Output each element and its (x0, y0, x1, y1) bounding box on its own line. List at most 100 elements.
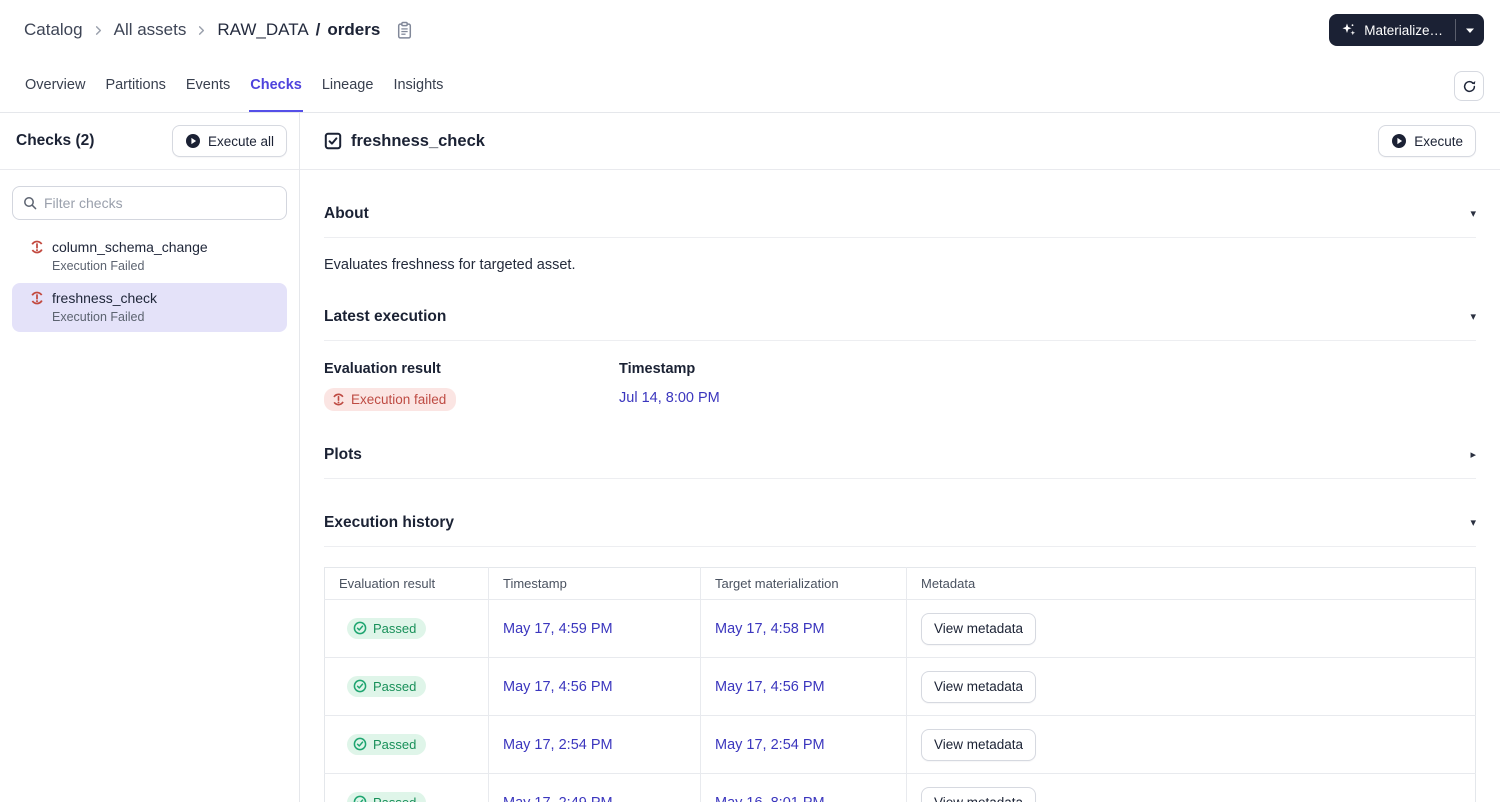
search-icon (23, 196, 37, 210)
caret-down-icon[interactable]: ▾ (1470, 517, 1476, 529)
timestamp-link[interactable]: May 17, 2:49 PM (503, 795, 613, 802)
caret-down-icon (1466, 28, 1474, 33)
divider (324, 237, 1476, 238)
filter-checks-input[interactable] (44, 195, 276, 211)
passed-badge: Passed (347, 733, 427, 755)
target-materialization-link[interactable]: May 17, 4:58 PM (715, 621, 825, 637)
tab-partitions[interactable]: Partitions (104, 60, 166, 112)
check-detail-header: freshness_check Execute (300, 113, 1500, 170)
asset-tab-bar: Overview Partitions Events Checks Lineag… (0, 60, 1500, 113)
latest-execution-heading: Latest execution (324, 308, 447, 325)
materialize-label: Materialize… (1364, 22, 1443, 38)
target-materialization-link[interactable]: May 17, 2:54 PM (715, 737, 825, 753)
check-status: Execution Failed (52, 259, 145, 273)
passed-badge-label: Passed (373, 678, 417, 694)
about-description: Evaluates freshness for targeted asset. (324, 257, 576, 273)
execution-failed-icon (30, 240, 44, 254)
check-name: freshness_check (52, 290, 158, 306)
tab-events[interactable]: Events (185, 60, 231, 112)
materialize-split-button: Materialize… (1329, 14, 1484, 46)
column-header-target-materialization: Target materialization (700, 567, 907, 600)
execution-failed-icon (30, 291, 44, 305)
passed-badge: Passed (347, 791, 427, 802)
view-metadata-button[interactable]: View metadata (921, 786, 1037, 802)
latest-execution-fields: Evaluation result Execution failed Times… (324, 361, 1476, 411)
passed-icon (353, 795, 367, 802)
check-item-column-schema-change[interactable]: column_schema_change Execution Failed (12, 232, 287, 281)
top-bar: Catalog All assets RAW_DATA / orders Mat… (0, 0, 1500, 60)
checks-count-title: Checks (2) (16, 132, 95, 149)
execution-history-table: Evaluation result Timestamp Target mater… (324, 567, 1476, 802)
plots-section-header[interactable]: Plots ▸ (324, 446, 1476, 464)
divider (324, 546, 1476, 547)
view-metadata-button[interactable]: View metadata (921, 670, 1037, 703)
breadcrumb-catalog[interactable]: Catalog (24, 20, 83, 40)
target-materialization-link[interactable]: May 16, 8:01 PM (715, 795, 825, 802)
sparkle-icon (1341, 22, 1357, 38)
tab-checks[interactable]: Checks (249, 60, 303, 112)
table-row: Passed May 17, 2:49 PM May 16, 8:01 PM V… (324, 773, 1476, 802)
tabs: Overview Partitions Events Checks Lineag… (24, 60, 444, 112)
passed-badge-label: Passed (373, 795, 416, 802)
check-status: Execution Failed (52, 310, 145, 324)
execution-history-heading: Execution history (324, 514, 455, 531)
refresh-icon (1463, 80, 1475, 92)
checks-sidebar: Checks (2) Execute all Filter checks col… (0, 113, 300, 802)
chevron-right-icon (196, 25, 207, 36)
target-materialization-link[interactable]: May 17, 4:56 PM (715, 679, 825, 695)
caret-right-icon[interactable]: ▸ (1470, 449, 1476, 461)
column-header-metadata: Metadata (906, 567, 1476, 600)
refresh-button[interactable] (1454, 71, 1484, 101)
execute-all-label: Execute all (207, 133, 274, 149)
execution-history-section-header[interactable]: Execution history ▾ (324, 514, 1476, 532)
timestamp-label: Timestamp (619, 361, 696, 377)
plots-heading: Plots (324, 446, 362, 463)
divider (324, 340, 1476, 341)
caret-down-icon[interactable]: ▾ (1470, 311, 1476, 323)
asset-group-name[interactable]: RAW_DATA (217, 20, 308, 40)
execution-failed-icon (332, 393, 345, 406)
execute-all-button[interactable]: Execute all (171, 125, 287, 157)
evaluation-result-label: Evaluation result (324, 361, 441, 377)
timestamp-link[interactable]: May 17, 2:54 PM (503, 737, 613, 753)
latest-execution-section-header[interactable]: Latest execution ▾ (324, 308, 1476, 326)
check-detail-body: About ▾ Evaluates freshness for targeted… (300, 205, 1500, 802)
materialize-button[interactable]: Materialize… (1329, 14, 1455, 46)
check-item-freshness-check[interactable]: freshness_check Execution Failed (12, 283, 287, 332)
passed-badge: Passed (347, 617, 427, 639)
check-title: freshness_check (351, 131, 485, 150)
passed-badge-label: Passed (373, 620, 417, 636)
filter-checks-box[interactable] (12, 186, 287, 220)
view-metadata-button[interactable]: View metadata (921, 612, 1037, 645)
passed-icon (353, 621, 367, 635)
materialize-dropdown-button[interactable] (1456, 14, 1484, 46)
passed-icon (353, 679, 367, 693)
about-heading: About (324, 205, 369, 222)
table-row: Passed May 17, 2:54 PM May 17, 2:54 PM V… (324, 715, 1476, 774)
passed-badge-label: Passed (373, 736, 417, 752)
view-metadata-button[interactable]: View metadata (921, 728, 1037, 761)
breadcrumb-asset-key: RAW_DATA / orders (217, 20, 380, 40)
execute-button[interactable]: Execute (1378, 125, 1476, 157)
check-list: column_schema_change Execution Failed fr… (0, 230, 299, 334)
execute-label: Execute (1414, 133, 1463, 149)
timestamp-link[interactable]: May 17, 4:56 PM (503, 679, 613, 695)
clipboard-icon (398, 21, 412, 39)
tab-insights[interactable]: Insights (392, 60, 444, 112)
breadcrumb-all-assets[interactable]: All assets (114, 20, 187, 40)
table-row: Passed May 17, 4:59 PM May 17, 4:58 PM V… (324, 599, 1476, 658)
check-name: column_schema_change (52, 239, 208, 255)
play-icon (185, 133, 201, 149)
content-area: Checks (2) Execute all Filter checks col… (0, 113, 1500, 802)
tab-lineage[interactable]: Lineage (321, 60, 375, 112)
execution-failed-badge-label: Execution failed (351, 392, 447, 407)
latest-timestamp-link[interactable]: Jul 14, 8:00 PM (619, 390, 720, 406)
caret-down-icon[interactable]: ▾ (1470, 208, 1476, 220)
copy-asset-key-button[interactable] (396, 21, 413, 40)
breadcrumb: Catalog All assets RAW_DATA / orders (24, 20, 413, 40)
execution-failed-badge: Execution failed (324, 388, 457, 411)
about-section-header[interactable]: About ▾ (324, 205, 1476, 223)
tab-overview[interactable]: Overview (24, 60, 86, 112)
timestamp-link[interactable]: May 17, 4:59 PM (503, 621, 613, 637)
sidebar-header: Checks (2) Execute all (0, 113, 299, 170)
